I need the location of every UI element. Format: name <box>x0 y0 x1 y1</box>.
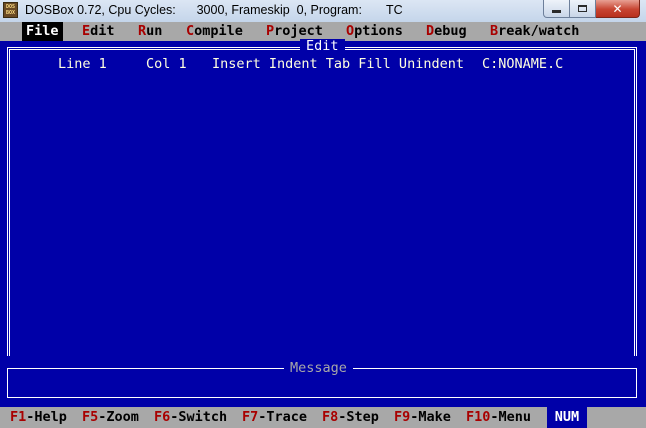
menu-break-watch[interactable]: Break/watch <box>486 22 583 41</box>
cursor-line: Line 1 <box>58 56 107 72</box>
fkey-step-label: -Step <box>338 409 379 425</box>
menu-options-label: ptions <box>354 23 403 39</box>
fkey-trace-key: F7 <box>242 409 259 425</box>
dosbox-app-icon[interactable]: DOS BOX <box>3 2 18 18</box>
title-bar[interactable]: DOS BOX DOSBox 0.72, Cpu Cycles: 3000, Fr… <box>0 0 646 23</box>
fkey-switch-label: -Switch <box>170 409 228 425</box>
dos-screen: File Edit Run Compile Project Options De… <box>0 22 646 428</box>
menu-debug[interactable]: Debug <box>422 22 471 41</box>
fkey-switch-key: F6 <box>154 409 171 425</box>
fkey-zoom[interactable]: F5-Zoom <box>82 407 139 428</box>
fkey-zoom-key: F5 <box>82 409 99 425</box>
close-icon: ✕ <box>612 1 623 16</box>
menu-break-watch-label: reak/watch <box>498 23 580 39</box>
minimize-icon <box>552 10 561 13</box>
menu-run-hotkey: R <box>138 23 147 39</box>
menu-project-label: roject <box>274 23 323 39</box>
fkey-menu-key: F10 <box>466 409 491 425</box>
maximize-icon <box>578 5 587 12</box>
fkey-help-key: F1 <box>10 409 27 425</box>
menu-file-label: ile <box>34 23 59 39</box>
fkey-switch[interactable]: F6-Switch <box>154 407 227 428</box>
menu-project-hotkey: P <box>266 23 275 39</box>
menu-compile[interactable]: Compile <box>182 22 247 41</box>
menu-compile-label: ompile <box>194 23 243 39</box>
menu-file-hotkey: F <box>26 23 35 39</box>
minimize-button[interactable] <box>543 0 570 18</box>
file-name: C:NONAME.C <box>482 56 564 72</box>
fkey-trace-label: -Trace <box>258 409 308 425</box>
menu-file[interactable]: File <box>22 22 63 41</box>
menu-break-watch-hotkey: B <box>490 23 499 39</box>
close-button[interactable]: ✕ <box>596 0 640 18</box>
maximize-button[interactable] <box>570 0 596 18</box>
menu-compile-hotkey: C <box>186 23 195 39</box>
fkey-step[interactable]: F8-Step <box>322 407 379 428</box>
cursor-column: Col 1 <box>146 56 187 72</box>
fkey-make-key: F9 <box>394 409 411 425</box>
menu-run-label: un <box>146 23 163 39</box>
num-lock-indicator: NUM <box>547 407 587 428</box>
fkey-trace[interactable]: F7-Trace <box>242 407 307 428</box>
caption-buttons: ✕ <box>543 0 640 19</box>
fkey-make[interactable]: F9-Make <box>394 407 451 428</box>
fkey-step-key: F8 <box>322 409 339 425</box>
menu-options[interactable]: Options <box>342 22 407 41</box>
menu-options-hotkey: O <box>346 23 355 39</box>
fkey-zoom-label: -Zoom <box>98 409 139 425</box>
function-key-bar: F1-Help F5-Zoom F6-Switch F7-Trace F8-St… <box>0 407 646 428</box>
fkey-make-label: -Make <box>410 409 451 425</box>
menu-debug-label: ebug <box>434 23 467 39</box>
edit-window-title: Edit <box>300 39 345 54</box>
window-title: DOSBox 0.72, Cpu Cycles: 3000, Frameskip… <box>25 3 403 17</box>
menu-run[interactable]: Run <box>134 22 166 41</box>
fkey-menu[interactable]: F10-Menu <box>466 407 531 428</box>
fkey-menu-label: -Menu <box>490 409 532 425</box>
menu-edit-hotkey: E <box>82 23 91 39</box>
edit-window[interactable] <box>7 47 637 356</box>
message-window-title: Message <box>284 361 353 376</box>
menu-edit[interactable]: Edit <box>78 22 119 41</box>
editor-modes: Insert Indent Tab Fill Unindent <box>212 56 464 72</box>
fkey-help-label: -Help <box>26 409 67 425</box>
dosbox-window: DOS BOX DOSBox 0.72, Cpu Cycles: 3000, Fr… <box>0 0 646 428</box>
fkey-help[interactable]: F1-Help <box>10 407 67 428</box>
menu-debug-hotkey: D <box>426 23 435 39</box>
menu-edit-label: dit <box>90 23 115 39</box>
